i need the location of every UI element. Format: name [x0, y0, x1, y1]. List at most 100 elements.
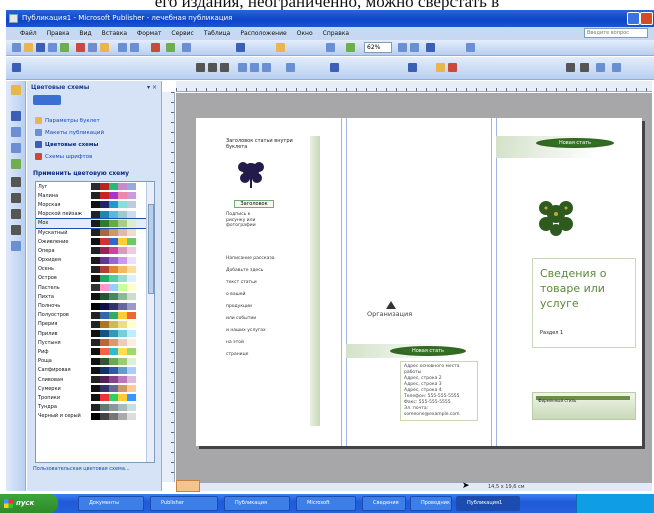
scheme-row[interactable]: Сумерки [36, 384, 154, 393]
minimize-button[interactable] [627, 12, 640, 25]
wordart-icon[interactable] [11, 143, 21, 153]
line-color-icon[interactable] [408, 63, 417, 72]
menu-tools[interactable]: Сервис [171, 30, 193, 37]
table-tool-icon[interactable] [11, 127, 21, 137]
taskbar-button[interactable]: Документы [78, 496, 144, 511]
hyperlink-icon[interactable] [236, 43, 245, 52]
task-pane-close-button[interactable]: ▾ × [147, 84, 157, 91]
line-style-icon[interactable] [566, 63, 575, 72]
link-brochure-options[interactable]: Параметры буклет [35, 117, 100, 124]
scheme-row[interactable]: Оживление [36, 237, 154, 246]
scheme-list-scrollbar[interactable] [146, 182, 154, 462]
window-titlebar[interactable]: Публикация1 - Microsoft Publisher - лече… [6, 10, 654, 27]
brochure-page[interactable]: Заголовок статьи внутри буклета Заголово… [196, 118, 642, 446]
scheme-row[interactable]: Орхидея [36, 256, 154, 265]
scheme-row[interactable]: Полуостров [36, 311, 154, 320]
insert-table-icon[interactable] [166, 43, 175, 52]
horizontal-scrollbar[interactable] [176, 482, 652, 491]
horizontal-ruler[interactable] [176, 81, 652, 92]
scheme-row[interactable]: Черный и серый [36, 412, 154, 421]
taskbar-button[interactable]: Проводник [410, 496, 452, 511]
align-left-icon[interactable] [238, 63, 247, 72]
product-title[interactable]: Сведения о товаре или услуге [540, 266, 630, 311]
flower-image-green[interactable] [534, 196, 578, 242]
page-navigator-tab[interactable] [176, 480, 200, 492]
menu-insert[interactable]: Вставка [102, 30, 127, 37]
scheme-row[interactable]: Полночь [36, 301, 154, 310]
help-search-input[interactable]: Введите вопрос [584, 28, 648, 38]
menu-table[interactable]: Таблица [204, 30, 231, 37]
zoom-select[interactable]: 62% [364, 42, 392, 53]
cut-icon[interactable] [76, 43, 85, 52]
paste-icon[interactable] [100, 43, 109, 52]
scheme-row[interactable]: Пустыня [36, 338, 154, 347]
autoshapes-icon[interactable] [11, 241, 21, 251]
new-icon[interactable] [12, 43, 21, 52]
insert-picture-icon[interactable] [151, 43, 160, 52]
photo-caption[interactable]: Заголовок [234, 200, 274, 208]
panel1-heading[interactable]: Заголовок статьи внутри буклета [226, 138, 296, 150]
menu-arrange[interactable]: Расположение [240, 30, 286, 37]
scheme-row[interactable]: Мускатный [36, 228, 154, 237]
save-icon[interactable] [36, 43, 45, 52]
back-forward-buttons[interactable] [33, 95, 61, 105]
italic-icon[interactable] [208, 63, 217, 72]
scheme-row[interactable]: Тундра [36, 403, 154, 412]
panel3-banner[interactable]: Новая стать [536, 138, 614, 148]
scheme-row[interactable]: Остров [36, 274, 154, 283]
taskbar-button[interactable]: Сведения [362, 496, 406, 511]
copy-icon[interactable] [88, 43, 97, 52]
scheme-row[interactable]: Морской пейзаж [36, 210, 154, 219]
scheme-row[interactable]: Тропики [36, 393, 154, 402]
scheme-row[interactable]: Риф [36, 347, 154, 356]
rectangle-tool-icon[interactable] [11, 225, 21, 235]
scheme-row[interactable]: Мох [36, 217, 154, 229]
text-tool-icon[interactable] [11, 111, 21, 121]
bold-icon[interactable] [196, 63, 205, 72]
link-font-schemes[interactable]: Схемы шрифтов [35, 153, 92, 160]
menu-edit[interactable]: Правка [47, 30, 70, 37]
columns-icon[interactable] [182, 43, 191, 52]
redo-icon[interactable] [130, 43, 139, 52]
scheme-row[interactable]: Прилив [36, 329, 154, 338]
link-color-schemes[interactable]: Цветовые схемы [35, 141, 98, 148]
panel2-banner[interactable]: Новая стать [390, 346, 466, 356]
vertical-ruler[interactable] [162, 92, 175, 482]
zoom-out-icon[interactable] [410, 43, 419, 52]
align-center-icon[interactable] [250, 63, 259, 72]
menu-view[interactable]: Вид [79, 30, 91, 37]
scheme-row[interactable]: Осень [36, 265, 154, 274]
preview-icon[interactable] [60, 43, 69, 52]
task-pane-icon[interactable] [466, 43, 475, 52]
taskbar-button[interactable]: Microsoft [296, 496, 356, 511]
font-color-icon[interactable] [448, 63, 457, 72]
text-box-icon[interactable] [330, 63, 339, 72]
select-icon[interactable] [11, 85, 21, 95]
help-icon[interactable] [426, 43, 435, 52]
menu-file[interactable]: Файл [20, 30, 37, 37]
zoom-in-icon[interactable] [398, 43, 407, 52]
taskbar-button[interactable]: Publisher [150, 496, 218, 511]
scheme-row[interactable]: Сапфировая [36, 366, 154, 375]
print-icon[interactable] [48, 43, 57, 52]
scheme-row[interactable]: Морская [36, 200, 154, 209]
panel3-footer-text[interactable]: Фирменный стиль [538, 398, 576, 403]
scrollbar-thumb[interactable] [148, 204, 154, 294]
scheme-row[interactable]: Роща [36, 357, 154, 366]
underline-icon[interactable] [220, 63, 229, 72]
taskbar-button[interactable]: Публикация [224, 496, 290, 511]
shadow-icon[interactable] [596, 63, 605, 72]
oval-tool-icon[interactable] [11, 209, 21, 219]
drawing-icon[interactable] [276, 43, 285, 52]
custom-scheme-link[interactable]: Пользовательская цветовая схема... [33, 466, 130, 472]
scheme-row[interactable]: Прерия [36, 320, 154, 329]
color-scheme-list[interactable]: Луг Малина Морская Морской пейзаж Мох Мускатн… [35, 181, 155, 463]
special-chars-icon[interactable] [346, 43, 355, 52]
address-block[interactable]: Адрес основного места работы Адрес, стро… [404, 364, 476, 418]
start-button[interactable]: пуск [0, 494, 58, 513]
scheme-row[interactable]: Луг [36, 182, 154, 191]
taskbar-button-active[interactable]: Публикация1 [456, 496, 520, 511]
line-tool-icon[interactable] [11, 177, 21, 187]
menu-format[interactable]: Формат [137, 30, 161, 37]
organization-logo-icon[interactable] [386, 301, 396, 309]
